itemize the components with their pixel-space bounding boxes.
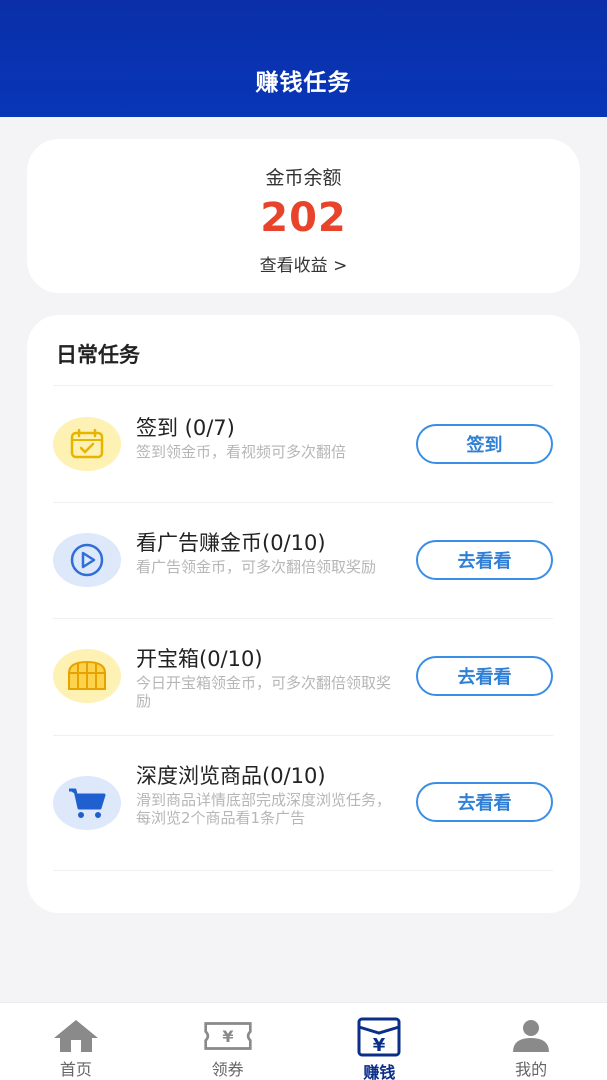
tab-label: 领券 (211, 1060, 244, 1079)
task-row-treasure: 开宝箱(0/10) 今日开宝箱领金币，可多次翻倍领取奖励 去看看 (27, 619, 580, 735)
play-icon (53, 533, 121, 587)
task-name: 签到 (0/7) (136, 416, 235, 440)
earn-icon: ¥ (354, 1017, 404, 1057)
cart-icon (53, 776, 121, 830)
task-name: 看广告赚金币(0/10) (136, 531, 326, 555)
bottom-tab-bar: 首页 ¥ 领券 ¥ 赚钱 我的 (0, 1002, 607, 1080)
svg-text:¥: ¥ (373, 1035, 386, 1056)
balance-label: 金币余额 (265, 167, 342, 189)
task-row-checkin: 签到 (0/7) 签到领金币，看视频可多次翻倍 签到 (27, 386, 580, 502)
tab-earn[interactable]: ¥ 赚钱 (304, 1003, 456, 1080)
browse-goods-button[interactable]: 去看看 (416, 782, 553, 822)
user-icon (506, 1017, 556, 1054)
home-icon (51, 1017, 101, 1054)
watch-ad-button[interactable]: 去看看 (416, 540, 553, 580)
tab-mine[interactable]: 我的 (455, 1003, 607, 1080)
tab-home[interactable]: 首页 (0, 1003, 152, 1080)
daily-task-title: 日常任务 (56, 343, 140, 367)
tab-label: 赚钱 (363, 1063, 396, 1080)
coupon-icon: ¥ (203, 1017, 253, 1054)
divider (53, 870, 553, 871)
open-treasure-button[interactable]: 去看看 (416, 656, 553, 696)
tab-coupon[interactable]: ¥ 领券 (152, 1003, 304, 1080)
header-bar: 赚钱任务 (0, 0, 607, 117)
task-desc: 看广告领金币，可多次翻倍领取奖励 (136, 558, 377, 576)
view-earnings-link[interactable]: 查看收益 > (27, 251, 580, 276)
page-title: 赚钱任务 (255, 70, 352, 96)
task-desc: 签到领金币，看视频可多次翻倍 (136, 443, 347, 461)
calendar-check-icon (53, 417, 121, 471)
task-name: 开宝箱(0/10) (136, 647, 263, 671)
svg-text:¥: ¥ (222, 1027, 233, 1046)
balance-value: 202 (260, 195, 347, 241)
task-name: 深度浏览商品(0/10) (136, 764, 326, 788)
tab-label: 我的 (515, 1060, 548, 1079)
task-desc: 滑到商品详情底部完成深度浏览任务，每浏览2个商品看1条广告 (136, 791, 392, 827)
treasure-chest-icon (53, 649, 121, 703)
daily-task-card: 日常任务 签到 (0/7) 签到领金币，看视频可多次翻倍 签到 看广告赚金币(0… (27, 315, 580, 913)
tab-label: 首页 (59, 1060, 92, 1079)
task-desc: 今日开宝箱领金币，可多次翻倍领取奖励 (136, 674, 392, 710)
checkin-button[interactable]: 签到 (416, 424, 553, 464)
task-row-browse: 深度浏览商品(0/10) 滑到商品详情底部完成深度浏览任务，每浏览2个商品看1条… (27, 736, 580, 852)
task-row-watch-ad: 看广告赚金币(0/10) 看广告领金币，可多次翻倍领取奖励 去看看 (27, 503, 580, 619)
balance-card: 金币余额 202 查看收益 > (27, 139, 580, 293)
